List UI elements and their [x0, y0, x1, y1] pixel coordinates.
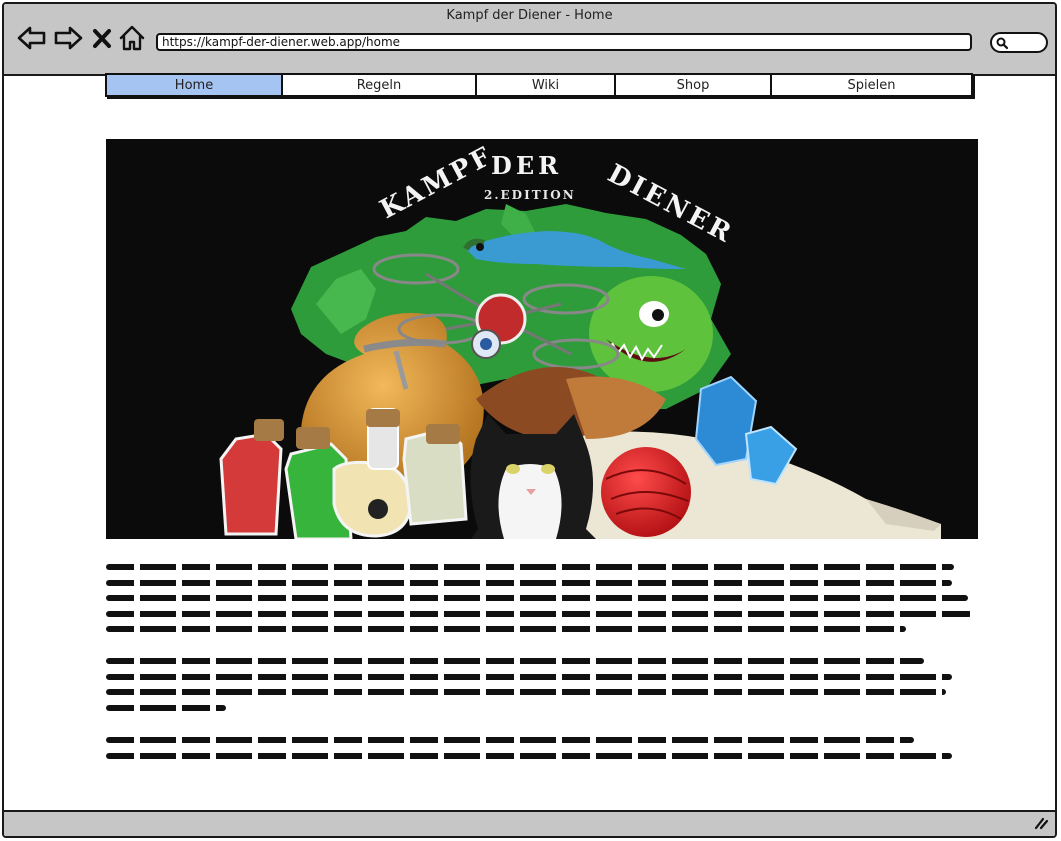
tab-regeln[interactable]: Regeln [283, 75, 477, 95]
resize-grip-icon[interactable] [1033, 816, 1049, 830]
close-icon[interactable] [90, 24, 114, 52]
forward-arrow-icon[interactable] [52, 24, 84, 52]
window-title: Kampf der Diener - Home [446, 8, 613, 23]
main-navigation: Home Regeln Wiki Shop Spielen [105, 73, 973, 97]
hero-artwork: KAMPF DER 2.EDITION DIENER [219, 141, 941, 539]
text-paragraph-1 [106, 564, 976, 642]
browser-window: Kampf der Diener - Home https://kampf-de… [2, 2, 1057, 838]
hero-title-mid: DER [491, 151, 562, 180]
home-icon[interactable] [118, 24, 146, 52]
tab-wiki[interactable]: Wiki [477, 75, 616, 95]
text-paragraph-2 [106, 658, 976, 720]
text-paragraph-3 [106, 737, 976, 768]
tab-home[interactable]: Home [107, 75, 283, 95]
browser-titlebar: Kampf der Diener - Home https://kampf-de… [4, 4, 1055, 76]
hero-banner-image: KAMPF DER 2.EDITION DIENER [106, 139, 978, 539]
back-arrow-icon[interactable] [16, 24, 48, 52]
url-field[interactable]: https://kampf-der-diener.web.app/home [156, 33, 972, 51]
status-bar [4, 810, 1055, 836]
search-icon [996, 37, 1009, 50]
hero-edition: 2.EDITION [484, 188, 576, 202]
tab-spielen[interactable]: Spielen [772, 75, 971, 95]
tab-shop[interactable]: Shop [616, 75, 772, 95]
search-field[interactable] [990, 32, 1048, 53]
